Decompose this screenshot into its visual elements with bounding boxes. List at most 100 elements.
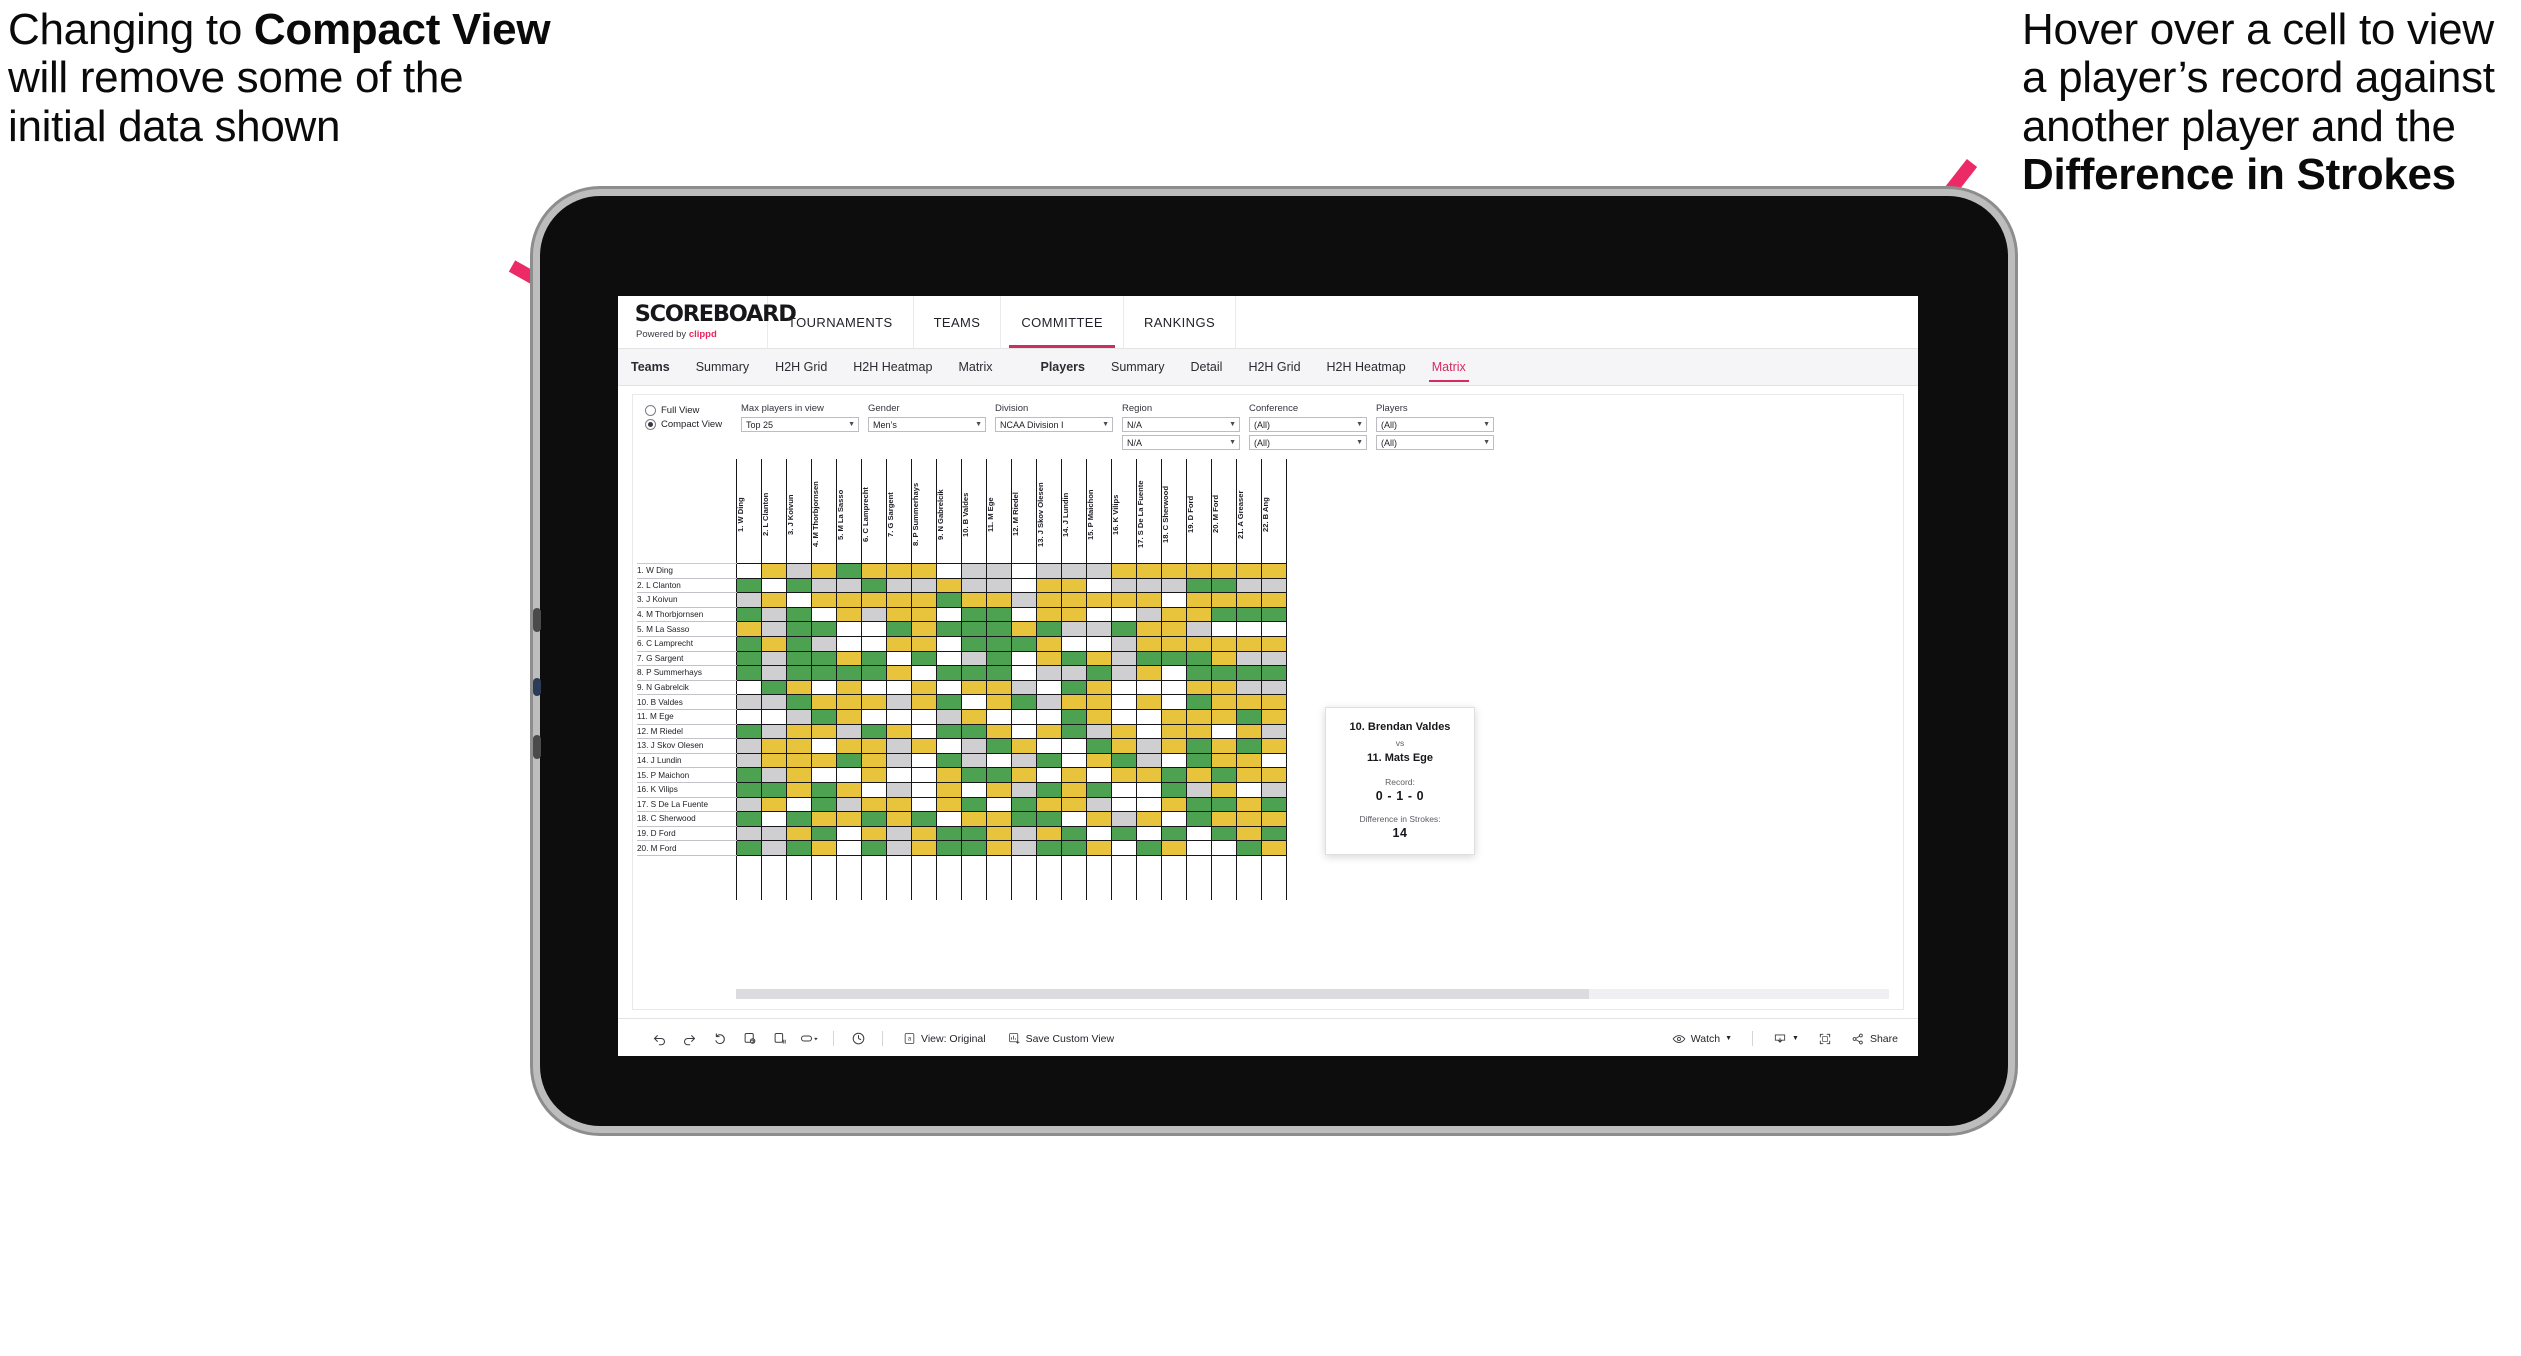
matrix-cell[interactable] <box>1236 781 1262 798</box>
matrix-cell[interactable] <box>986 563 1012 579</box>
matrix-cell[interactable] <box>1111 694 1137 710</box>
matrix-cell[interactable] <box>861 577 887 594</box>
matrix-cell[interactable] <box>1036 781 1062 798</box>
matrix-cell[interactable] <box>1261 650 1287 667</box>
matrix-cell[interactable] <box>1236 811 1262 827</box>
matrix-cell[interactable] <box>1211 796 1237 813</box>
matrix-cell[interactable] <box>1086 694 1112 710</box>
matrix-cell[interactable] <box>1236 723 1262 740</box>
matrix-cell[interactable] <box>1211 679 1237 696</box>
matrix-cell[interactable] <box>1011 606 1037 623</box>
matrix-cell[interactable] <box>1186 635 1212 652</box>
matrix-cell[interactable] <box>786 694 812 710</box>
matrix-cell[interactable] <box>861 738 887 754</box>
matrix-cell[interactable] <box>886 650 912 667</box>
matrix-cell[interactable] <box>1086 752 1112 769</box>
matrix-cell[interactable] <box>1111 665 1137 681</box>
matrix-cell[interactable] <box>786 825 812 842</box>
matrix-cell[interactable] <box>1061 825 1087 842</box>
matrix-cell[interactable] <box>836 796 862 813</box>
matrix-cell[interactable] <box>1111 825 1137 842</box>
matrix-cell[interactable] <box>936 796 962 813</box>
matrix-cell[interactable] <box>1086 635 1112 652</box>
pace-icon[interactable] <box>843 1026 873 1052</box>
matrix-cell[interactable] <box>1111 606 1137 623</box>
matrix-cell[interactable] <box>736 621 762 637</box>
matrix-cell[interactable] <box>861 665 887 681</box>
matrix-cell[interactable] <box>1036 708 1062 725</box>
matrix-cell[interactable] <box>1161 738 1187 754</box>
matrix-cell[interactable] <box>1211 767 1237 783</box>
matrix-cell[interactable] <box>1186 752 1212 769</box>
matrix-cell[interactable] <box>1186 563 1212 579</box>
matrix-cell[interactable] <box>836 708 862 725</box>
tab-teams[interactable]: Teams <box>618 349 683 385</box>
matrix-cell[interactable] <box>736 665 762 681</box>
matrix-cell[interactable] <box>936 752 962 769</box>
matrix-cell[interactable] <box>911 621 937 637</box>
matrix-cell[interactable] <box>836 621 862 637</box>
matrix-cell[interactable] <box>1261 665 1287 681</box>
matrix-cell[interactable] <box>1161 708 1187 725</box>
matrix-cell[interactable] <box>836 577 862 594</box>
matrix-cell[interactable] <box>1236 592 1262 608</box>
matrix-cell[interactable] <box>761 650 787 667</box>
matrix-cell[interactable] <box>861 621 887 637</box>
matrix-cell[interactable] <box>1261 577 1287 594</box>
matrix-cell[interactable] <box>961 592 987 608</box>
matrix-cell[interactable] <box>736 767 762 783</box>
matrix-cell[interactable] <box>1186 592 1212 608</box>
tab-players-matrix[interactable]: Matrix <box>1419 349 1479 385</box>
matrix-cell[interactable] <box>936 781 962 798</box>
matrix-cell[interactable] <box>1186 825 1212 842</box>
matrix-cell[interactable] <box>1186 796 1212 813</box>
matrix-cell[interactable] <box>761 723 787 740</box>
matrix-cell[interactable] <box>961 708 987 725</box>
matrix-cell[interactable] <box>911 723 937 740</box>
radio-compact-view[interactable]: Compact View <box>645 419 741 430</box>
matrix-cell[interactable] <box>1061 723 1087 740</box>
matrix-cell[interactable] <box>736 606 762 623</box>
matrix-cell[interactable] <box>911 679 937 696</box>
matrix-cell[interactable] <box>1211 592 1237 608</box>
matrix-cell[interactable] <box>836 840 862 856</box>
matrix-cell[interactable] <box>761 606 787 623</box>
matrix-cell[interactable] <box>736 679 762 696</box>
matrix-cell[interactable] <box>1011 752 1037 769</box>
matrix-cell[interactable] <box>936 811 962 827</box>
matrix-cell[interactable] <box>811 665 837 681</box>
matrix-cell[interactable] <box>1261 767 1287 783</box>
matrix-cell[interactable] <box>1161 577 1187 594</box>
matrix-cell[interactable] <box>1261 592 1287 608</box>
matrix-cell[interactable] <box>1261 679 1287 696</box>
matrix-cell[interactable] <box>1161 840 1187 856</box>
matrix-cell[interactable] <box>736 694 762 710</box>
matrix-cell[interactable] <box>961 694 987 710</box>
matrix-cell[interactable] <box>861 825 887 842</box>
matrix-cell[interactable] <box>936 767 962 783</box>
matrix-cell[interactable] <box>1136 796 1162 813</box>
matrix-cell[interactable] <box>836 563 862 579</box>
share-button[interactable]: Share <box>1840 1032 1918 1046</box>
matrix-cell[interactable] <box>1186 650 1212 667</box>
tab-teams-summary[interactable]: Summary <box>683 349 762 385</box>
matrix-cell[interactable] <box>986 592 1012 608</box>
matrix-cell[interactable] <box>1111 767 1137 783</box>
undo-icon[interactable] <box>644 1026 674 1052</box>
matrix-cell[interactable] <box>1136 752 1162 769</box>
select-max-players[interactable]: Top 25 ▼ <box>741 417 859 432</box>
tab-players-h2h-heatmap[interactable]: H2H Heatmap <box>1314 349 1419 385</box>
matrix-cell[interactable] <box>1011 825 1037 842</box>
matrix-cell[interactable] <box>811 811 837 827</box>
matrix-cell[interactable] <box>1236 796 1262 813</box>
matrix-cell[interactable] <box>736 752 762 769</box>
matrix-cell[interactable] <box>861 708 887 725</box>
matrix-cell[interactable] <box>736 781 762 798</box>
matrix-cell[interactable] <box>986 635 1012 652</box>
matrix-cell[interactable] <box>886 767 912 783</box>
matrix-cell[interactable] <box>1011 796 1037 813</box>
matrix-cell[interactable] <box>1161 752 1187 769</box>
matrix-cell[interactable] <box>1211 577 1237 594</box>
matrix-cell[interactable] <box>1011 738 1037 754</box>
matrix-cell[interactable] <box>836 694 862 710</box>
